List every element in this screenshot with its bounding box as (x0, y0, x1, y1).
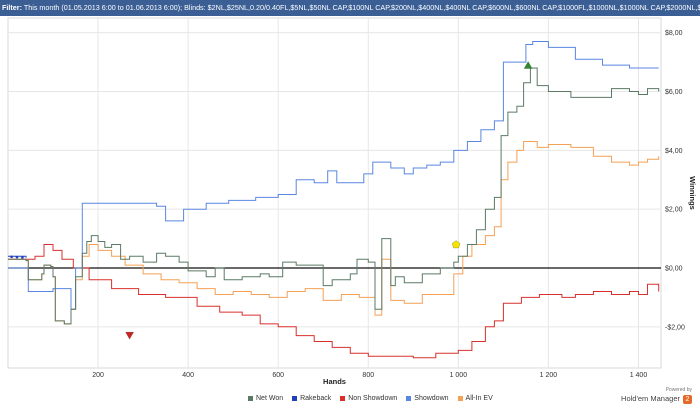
series-line-all-in-ev (8, 141, 660, 325)
y-tick-label: $4,00 (665, 148, 683, 155)
legend-label: All-In EV (465, 395, 493, 402)
legend-label: Non Showdown (348, 395, 398, 402)
legend-label: Showdown (414, 395, 449, 402)
x-axis: 200 400 600 800 1 000 1 200 1 400 (92, 372, 647, 379)
triangle-up-marker (523, 61, 533, 69)
legend-swatch (457, 395, 463, 401)
winnings-chart: 200 400 600 800 1 000 1 200 1 400 -$2,00 $0,00 $… (7, 17, 697, 386)
series-line-net-won (8, 67, 660, 325)
legend-swatch (292, 395, 298, 401)
legend-item-all-in-ev[interactable]: All-In EV (457, 395, 493, 402)
x-axis-label: Hands (323, 377, 346, 386)
y-tick-label: $2,00 (665, 207, 683, 214)
y-axis: -$2,00 $0,00 $2,00 $4,00 $6,00 $8,00 (665, 30, 685, 331)
x-tick-label: 1 000 (450, 372, 468, 379)
pentagon-marker (451, 240, 461, 249)
y-axis-label: Winnings (688, 176, 697, 210)
legend-label: Net Won (256, 395, 284, 402)
y-tick-label: $6,00 (665, 89, 683, 96)
plot-frame (7, 17, 662, 369)
y-tick-label: $0,00 (665, 266, 683, 273)
rakeback-dot-marker (15, 255, 19, 259)
chart-grid (7, 17, 662, 369)
legend-swatch (340, 395, 346, 401)
chart-series (8, 41, 660, 359)
legend-item-non-showdown[interactable]: Non Showdown (340, 395, 397, 402)
x-tick-label: 200 (92, 372, 104, 379)
brand: Powered by Hold'em Manager 2 (621, 387, 692, 404)
legend-swatch (248, 395, 253, 401)
x-tick-label: 800 (362, 372, 374, 379)
legend-swatch (406, 395, 412, 401)
x-tick-label: 400 (182, 372, 194, 379)
y-tick-label: -$2,00 (665, 324, 685, 331)
legend-item-rakeback[interactable]: Rakeback (292, 395, 331, 402)
powered-by-text: Powered by (665, 387, 692, 393)
legend-item-showdown[interactable]: Showdown (406, 395, 449, 402)
hm-logo-icon: 2 (683, 394, 692, 404)
rakeback-dot-marker (21, 256, 24, 259)
legend-label: Rakeback (300, 395, 332, 402)
legend-item-net-won[interactable]: Net Won (248, 395, 283, 402)
series-line-showdown (8, 41, 659, 310)
y-tick-label: $8,00 (665, 30, 683, 37)
series-line-non-showdown (8, 244, 660, 359)
brand-name: Hold'em Manager (621, 394, 680, 403)
legend: Net Won Rakeback Non Showdown Showdown All-I… (248, 395, 502, 402)
rakeback-dot-marker (10, 255, 13, 259)
x-tick-label: 1 400 (630, 372, 648, 379)
x-tick-label: 600 (272, 372, 284, 379)
triangle-down-marker (125, 331, 135, 340)
x-tick-label: 1 200 (540, 372, 558, 379)
